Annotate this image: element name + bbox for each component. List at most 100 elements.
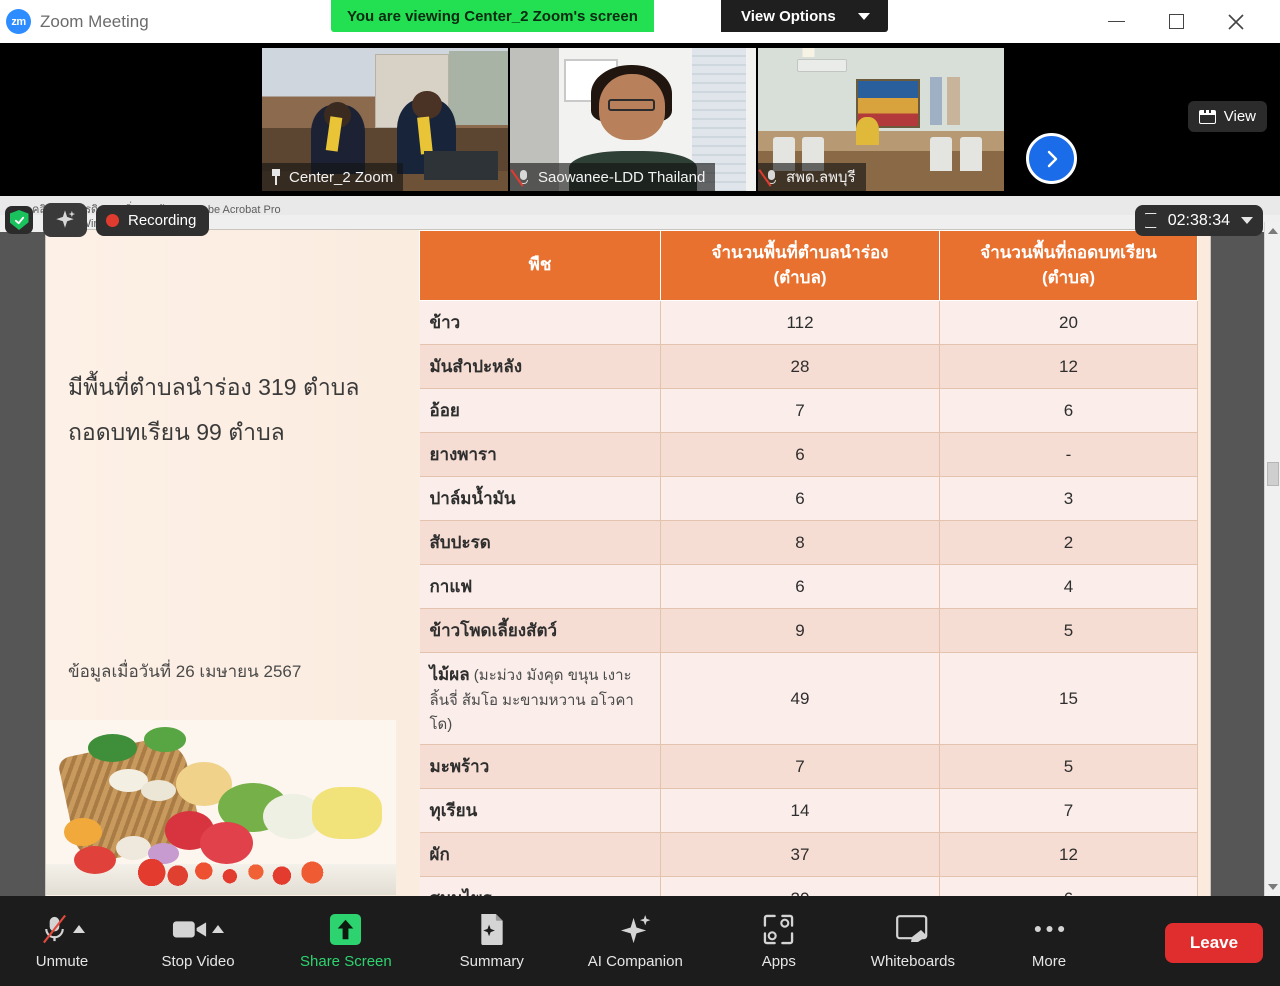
- table-row: ข้าว 112 20: [419, 300, 1198, 346]
- minimize-icon: [1107, 20, 1125, 23]
- header-crop-line1: พืช: [528, 255, 552, 275]
- crop-name-text: ไม้ผล: [429, 665, 470, 685]
- crop-statistics-table-wrap: พืช จำนวนพื้นที่ตำบลนำร่อง (ตำบล) จำนวนพ…: [419, 229, 1199, 896]
- cell-crop-name: ข้าว: [419, 300, 661, 346]
- recording-label: Recording: [128, 212, 197, 229]
- timer-value: 02:38:34: [1167, 211, 1230, 229]
- cell-pilot-count: 6: [660, 564, 940, 610]
- table-header-lesson: จำนวนพื้นที่ถอดบทเรียน (ตำบล): [939, 229, 1198, 302]
- scroll-up-icon[interactable]: [1268, 228, 1278, 234]
- crop-name-text: ปาล์มน้ำมัน: [429, 489, 516, 509]
- microphone-muted-icon: [510, 168, 531, 187]
- shield-check-icon[interactable]: [5, 206, 33, 234]
- view-layout-button[interactable]: View: [1187, 101, 1267, 132]
- crop-name-text: กาแฟ: [429, 577, 473, 597]
- cell-pilot-count: 37: [660, 832, 940, 878]
- cell-crop-name: อ้อย: [419, 388, 661, 434]
- pdf-date-note: ข้อมูลเมื่อวันที่ 26 เมษายน 2567: [68, 662, 302, 681]
- whiteboards-button[interactable]: Whiteboards: [865, 896, 961, 986]
- zoom-logo-icon: zm: [6, 9, 31, 34]
- cell-lesson-count: 15: [939, 652, 1198, 746]
- table-row: มันสำปะหลัง 28 12: [419, 344, 1198, 390]
- leave-meeting-button[interactable]: Leave: [1165, 923, 1263, 963]
- table-row: ทุเรียน 14 7: [419, 788, 1198, 834]
- participant-filmstrip: Center_2 Zoom Saowanee-LDD Thailand สพด.…: [0, 43, 1280, 196]
- cell-lesson-count: 12: [939, 344, 1198, 390]
- apps-label: Apps: [761, 952, 796, 970]
- apps-button[interactable]: Apps: [733, 896, 825, 986]
- stop-video-label: Stop Video: [161, 952, 235, 970]
- table-body: ข้าว 112 20 มันสำปะหลัง 28 12 อ้อย 7 6 ยางพารา 6- ป…: [419, 300, 1198, 896]
- microphone-muted-icon: [42, 914, 66, 943]
- cell-pilot-count: 14: [660, 788, 940, 834]
- scroll-down-icon[interactable]: [1268, 884, 1278, 890]
- cell-pilot-count: 6: [660, 432, 940, 478]
- cell-crop-name: สับปะรด: [419, 520, 661, 566]
- participant-name-2: สพด.ลพบุรี: [786, 169, 856, 186]
- pdf-headline-line2: ถอดบทเรียน 99 ตำบล: [68, 418, 285, 445]
- acrobat-scrollbar[interactable]: [1264, 222, 1280, 896]
- summary-label: Summary: [459, 952, 524, 970]
- cell-pilot-count: 8: [660, 520, 940, 566]
- cell-pilot-count: 112: [660, 300, 940, 346]
- share-status-text: You are viewing Center_2 Zoom's screen: [347, 7, 638, 25]
- cell-lesson-count: -: [939, 432, 1198, 478]
- video-settings-chevron-icon[interactable]: [212, 925, 224, 933]
- ai-companion-button[interactable]: AI Companion: [582, 896, 689, 986]
- cell-lesson-count: 20: [939, 300, 1198, 346]
- crop-name-text: ข้าวโพดเลี้ยงสัตว์: [429, 621, 558, 641]
- chevron-down-icon: [857, 12, 870, 20]
- meeting-timer[interactable]: 02:38:34: [1134, 205, 1263, 236]
- cell-crop-name: มันสำปะหลัง: [419, 344, 661, 390]
- participant-thumbnail-0[interactable]: Center_2 Zoom: [262, 48, 508, 191]
- audio-settings-chevron-icon[interactable]: [72, 925, 85, 933]
- ai-sparkle-icon: [56, 210, 76, 228]
- table-header-row: พืช จำนวนพื้นที่ตำบลนำร่อง (ตำบล) จำนวนพ…: [419, 229, 1198, 302]
- participant-nametag-0: Center_2 Zoom: [262, 163, 404, 191]
- summary-button[interactable]: Summary: [446, 896, 538, 986]
- crop-name-text: ผัก: [429, 845, 450, 865]
- next-participants-button[interactable]: [1026, 133, 1077, 184]
- minimize-button[interactable]: [1093, 0, 1139, 43]
- crop-name-text: มะพร้าว: [429, 757, 490, 777]
- meeting-controls-toolbar: Unmute Stop Video Share Screen Summary A…: [0, 896, 1280, 986]
- stop-video-button[interactable]: Stop Video: [152, 896, 244, 986]
- cell-crop-name: ยางพารา: [419, 432, 661, 478]
- participant-thumbnail-2[interactable]: สพด.ลพบุรี: [758, 48, 1004, 191]
- pdf-page: มีพื้นที่ตำบลนำร่อง 319 ตำบล ถอดบทเรียน …: [45, 229, 1211, 896]
- cell-pilot-count: 20: [660, 876, 940, 896]
- recording-indicator[interactable]: Recording: [96, 205, 210, 236]
- table-row: ข้าวโพดเลี้ยงสัตว์ 9 5: [419, 608, 1198, 654]
- hourglass-icon: [1145, 213, 1157, 228]
- view-options-button[interactable]: View Options: [721, 0, 888, 32]
- cell-lesson-count: 6: [939, 876, 1198, 896]
- header-pilot-line2: (ตำบล): [773, 267, 827, 287]
- table-row: ปาล์มน้ำมัน 6 3: [419, 476, 1198, 522]
- unmute-button[interactable]: Unmute: [16, 896, 108, 986]
- close-button[interactable]: [1213, 0, 1259, 43]
- vegetable-basket-photo: [46, 720, 396, 895]
- maximize-button[interactable]: [1153, 0, 1199, 43]
- crop-statistics-table: พืช จำนวนพื้นที่ตำบลนำร่อง (ตำบล) จำนวนพ…: [419, 229, 1198, 896]
- scrollbar-thumb[interactable]: [1267, 462, 1279, 486]
- unmute-label: Unmute: [35, 952, 89, 970]
- crop-name-text: มันสำปะหลัง: [429, 357, 523, 377]
- chevron-down-icon[interactable]: [1241, 217, 1253, 224]
- close-icon: [1228, 13, 1244, 30]
- cell-lesson-count: 7: [939, 788, 1198, 834]
- participant-name-1: Saowanee-LDD Thailand: [538, 168, 706, 186]
- shared-screen-area[interactable]: คลินิกเกษตรดินและสิ่งแวดล้อม - Adobe Acr…: [0, 196, 1280, 896]
- share-status-banner: You are viewing Center_2 Zoom's screen: [331, 0, 654, 32]
- cell-crop-name: ข้าวโพดเลี้ยงสัตว์: [419, 608, 661, 654]
- share-screen-button[interactable]: Share Screen: [294, 896, 398, 986]
- table-row: ไม้ผล (มะม่วง มังคุด ขนุน เงาะ ลิ้นจี่ ส…: [419, 652, 1198, 746]
- ai-companion-overlay-button[interactable]: [43, 203, 87, 237]
- share-screen-icon: [330, 913, 362, 945]
- participant-thumbnail-1[interactable]: Saowanee-LDD Thailand: [510, 48, 756, 191]
- more-button[interactable]: More: [1003, 896, 1095, 986]
- check-icon: [14, 216, 24, 224]
- table-row: อ้อย 7 6: [419, 388, 1198, 434]
- view-options-label: View Options: [741, 7, 836, 25]
- cell-lesson-count: 5: [939, 608, 1198, 654]
- view-button-label: View: [1223, 108, 1256, 125]
